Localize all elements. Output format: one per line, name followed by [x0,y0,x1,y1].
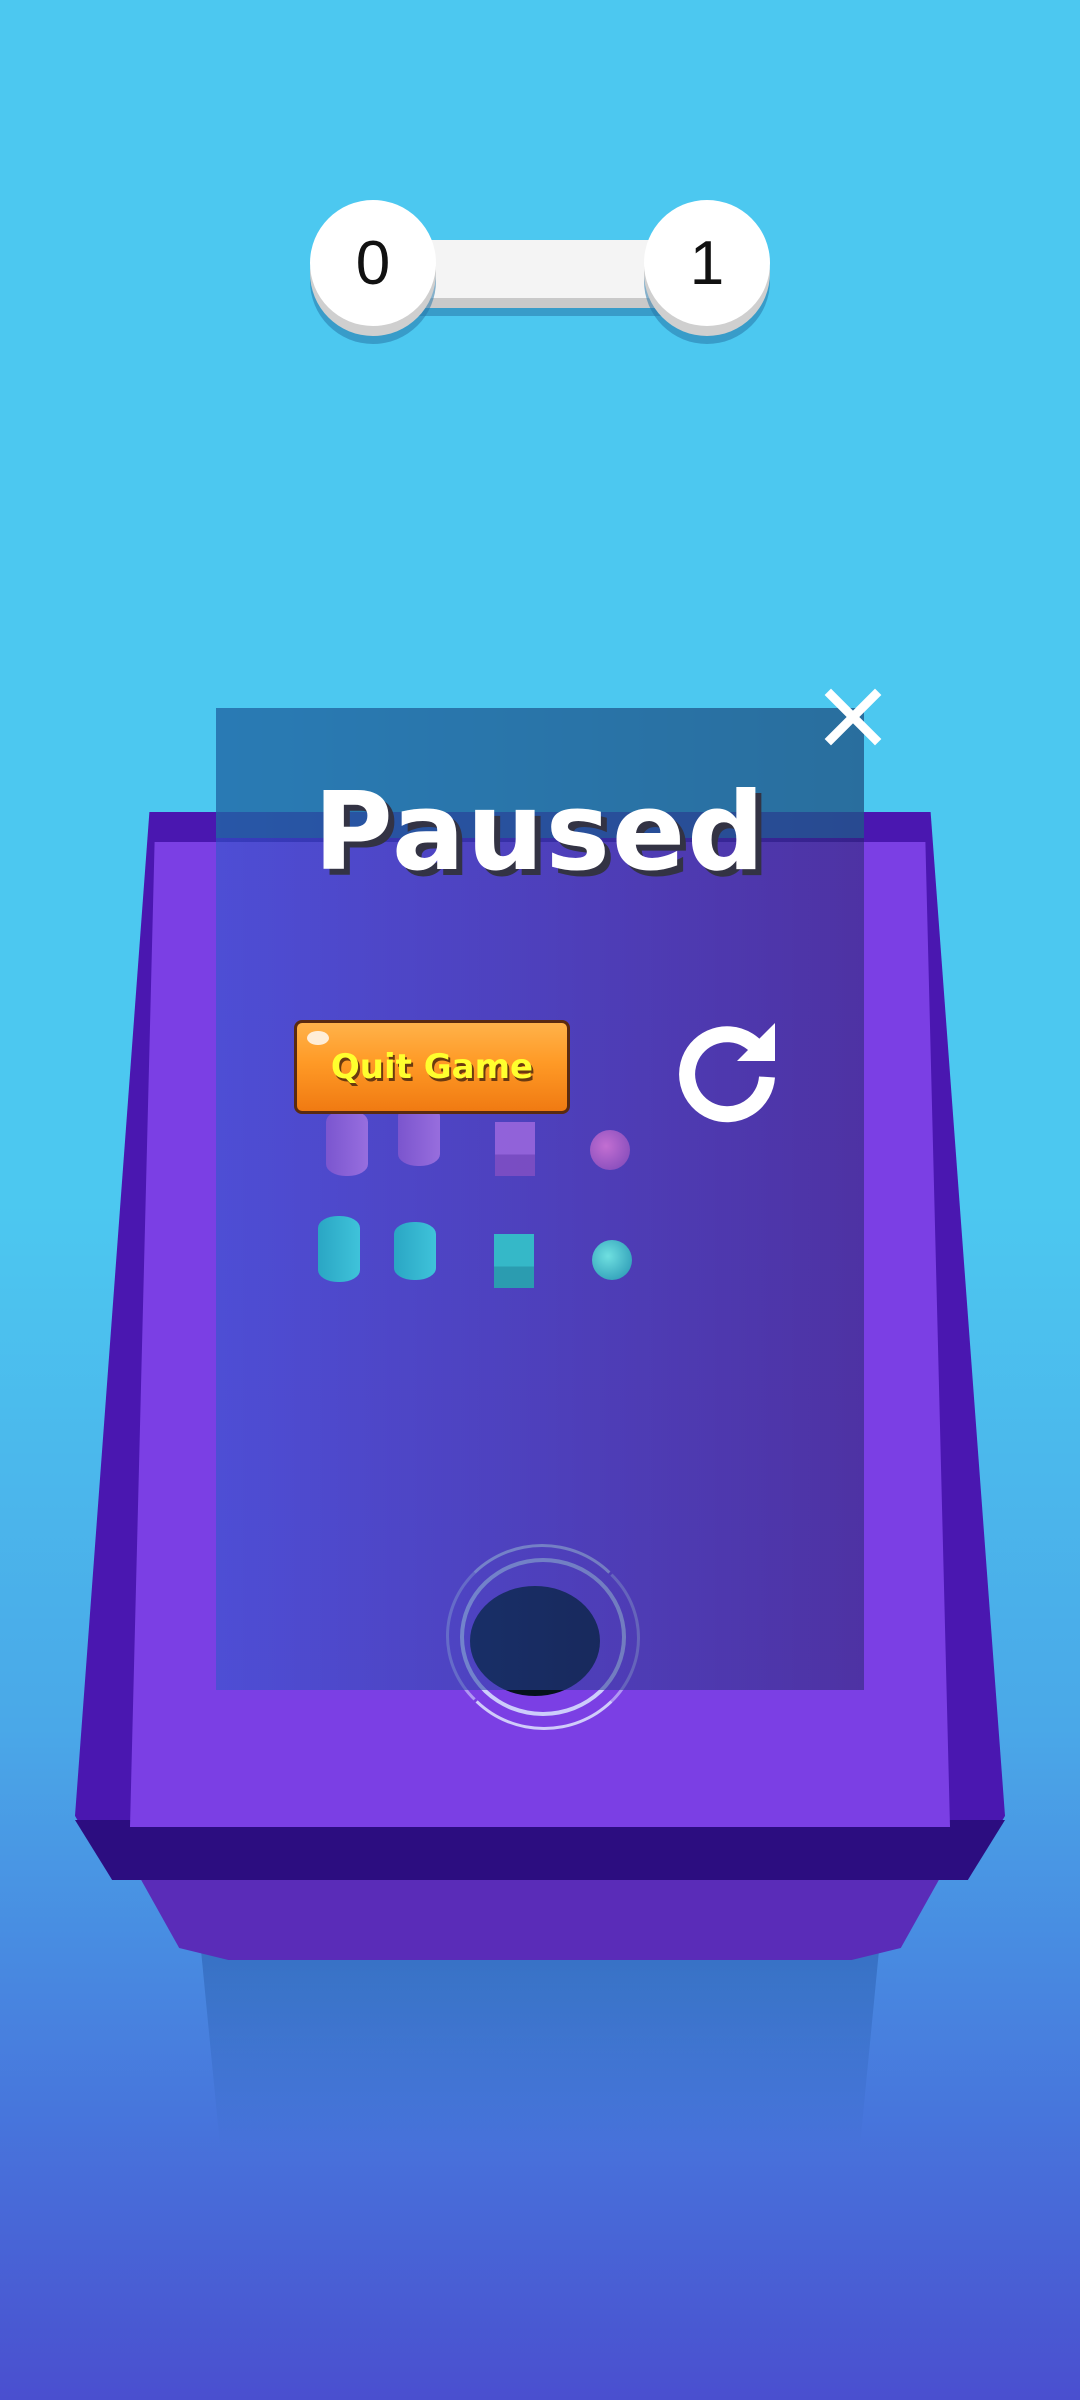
cyan-cube [494,1234,534,1288]
restart-button[interactable] [668,1010,788,1130]
next-level-badge: 1 [644,200,770,326]
tray-rim-base [75,1820,1005,1880]
cyan-cylinder [318,1216,360,1282]
button-gloss [307,1031,329,1045]
cyan-cylinder [394,1222,436,1280]
cyan-ball [592,1240,632,1280]
quit-game-label: Quit Game [330,1047,534,1087]
pause-title: Paused [313,770,767,895]
purple-cube [495,1122,535,1176]
restart-icon [679,1023,775,1123]
current-level-badge: 0 [310,200,436,326]
purple-ball [590,1130,630,1170]
quit-game-button[interactable]: Quit Game [294,1020,570,1114]
current-level-number: 0 [355,228,391,298]
level-progress: 0 1 [310,198,770,338]
next-level-number: 1 [689,228,725,298]
tray-shadow [200,1940,880,2150]
close-icon [824,688,882,746]
close-button[interactable] [818,682,888,752]
purple-cylinder [326,1110,368,1176]
